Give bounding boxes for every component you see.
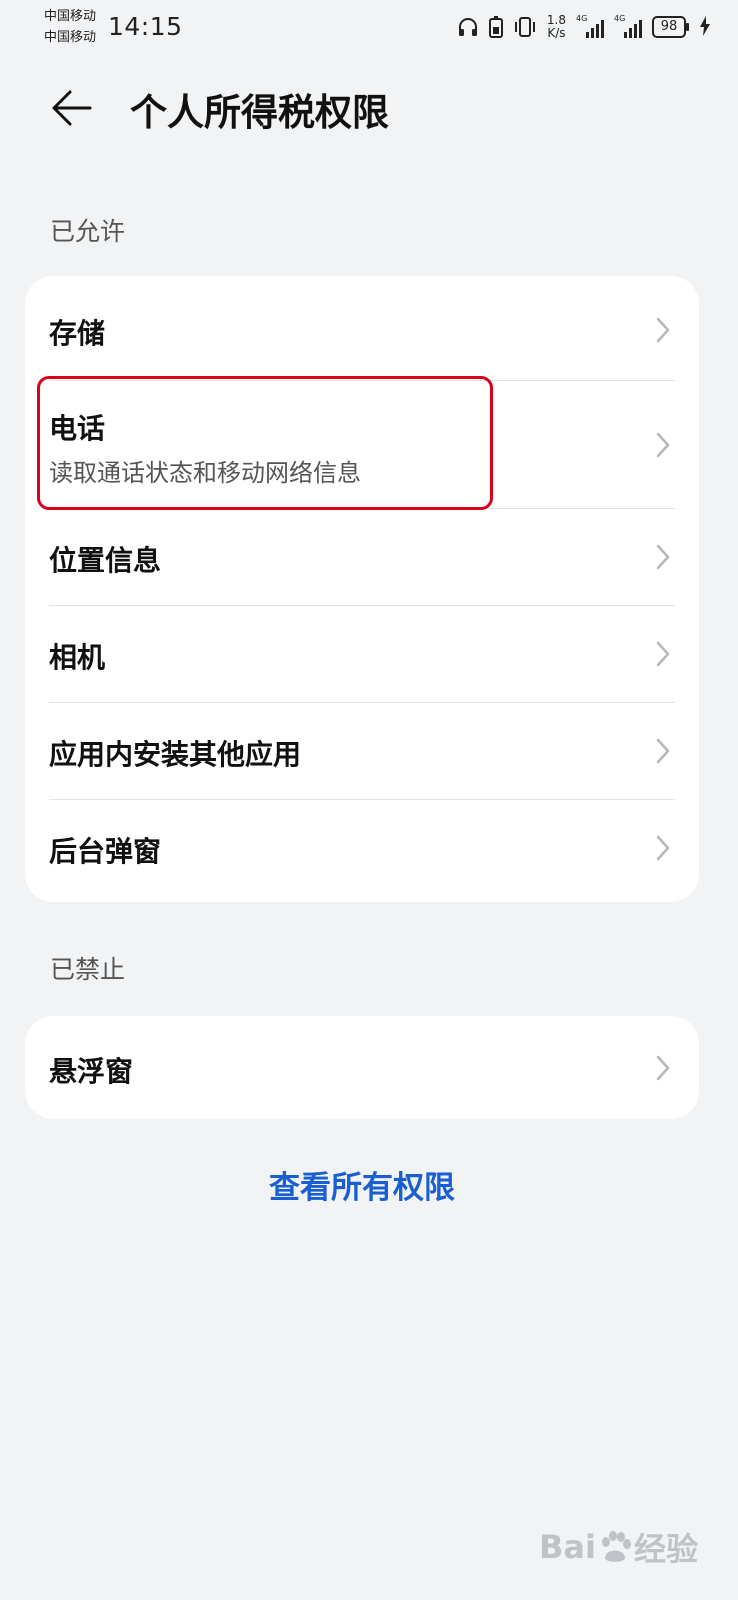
battery-saver-icon [488, 16, 503, 38]
chevron-right-icon [656, 544, 670, 570]
section-label-allowed: 已允许 [50, 217, 126, 246]
status-bar: 中国移动 中国移动 14:15 1.8 K/s 4G 4G 98 [0, 0, 738, 60]
permission-item-background-popup[interactable]: 后台弹窗 [25, 800, 699, 900]
net-speed-unit: K/s [547, 26, 566, 40]
permission-label: 后台弹窗 [49, 835, 162, 868]
arrow-left-icon[interactable] [50, 86, 94, 130]
chevron-right-icon [656, 835, 670, 861]
carrier-2: 中国移动 [44, 30, 97, 45]
watermark-text-left: Bai [539, 1528, 596, 1566]
watermark-text-right: 经验 [633, 1530, 698, 1568]
vibrate-icon [514, 17, 535, 37]
denied-permissions-card: 悬浮窗 [25, 1016, 699, 1119]
charging-icon [700, 16, 710, 36]
page-title: 个人所得税权限 [130, 91, 389, 134]
permission-item-camera[interactable]: 相机 [25, 606, 699, 702]
highlight-box [37, 376, 493, 510]
permission-label: 悬浮窗 [49, 1055, 134, 1088]
chevron-right-icon [656, 641, 670, 667]
signal-1-label: 4G [576, 14, 588, 23]
permission-label: 相机 [49, 641, 106, 674]
section-label-denied: 已禁止 [50, 955, 126, 984]
carrier-1: 中国移动 [44, 9, 97, 24]
chevron-right-icon [656, 738, 670, 764]
status-time: 14:15 [108, 12, 183, 41]
net-speed: 1.8 K/s [547, 14, 566, 40]
baidu-watermark: Bai 经验 [539, 1524, 698, 1570]
permission-label: 存储 [49, 317, 106, 350]
permission-item-install-apps[interactable]: 应用内安装其他应用 [25, 703, 699, 799]
signal-2-label: 4G [614, 14, 626, 23]
status-icons: 1.8 K/s 4G 4G 98 [457, 14, 689, 40]
battery-indicator: 98 [652, 16, 689, 38]
carrier-info: 中国移动 中国移动 [44, 6, 96, 48]
chevron-right-icon [656, 317, 670, 343]
permission-label: 应用内安装其他应用 [49, 738, 302, 771]
signal-icon: 4G [614, 14, 642, 38]
permission-item-floating-window[interactable]: 悬浮窗 [25, 1016, 699, 1119]
allowed-permissions-card: 存储 电话 读取通话状态和移动网络信息 位置信息 相机 应用内安装其他应用 后台… [25, 276, 699, 902]
permission-item-location[interactable]: 位置信息 [25, 509, 699, 605]
permission-label: 位置信息 [49, 544, 162, 577]
permission-item-storage[interactable]: 存储 [25, 276, 699, 380]
chevron-right-icon [656, 432, 670, 458]
paw-icon [601, 1531, 631, 1562]
headphones-icon [458, 18, 477, 36]
view-all-permissions-link[interactable]: 查看所有权限 [0, 1162, 724, 1207]
chevron-right-icon [656, 1055, 670, 1081]
signal-icon: 4G [576, 14, 604, 38]
